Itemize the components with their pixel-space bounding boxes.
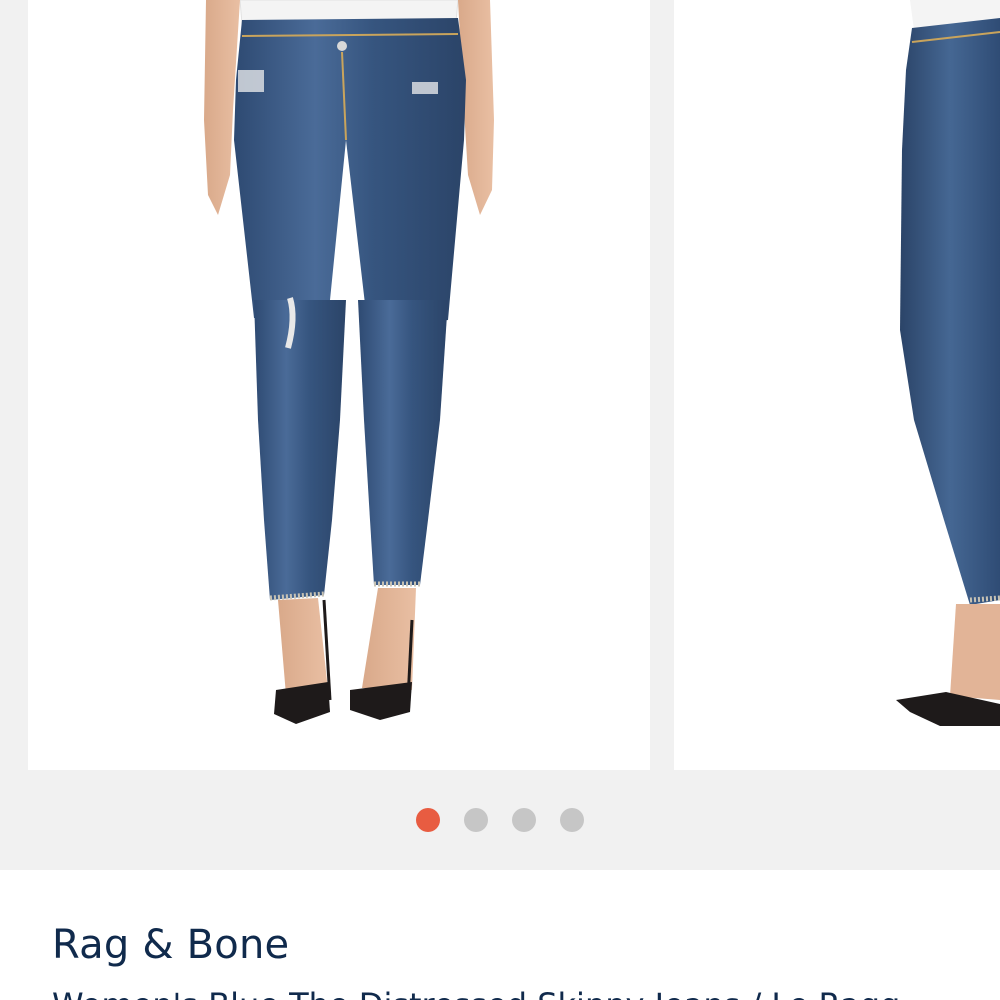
jeans-front-illustration (204, 0, 494, 724)
product-photo-side[interactable] (674, 0, 1000, 770)
carousel-dot-2[interactable] (464, 808, 488, 832)
brand-name[interactable]: Rag & Bone (52, 922, 289, 968)
carousel-dot-1[interactable] (416, 808, 440, 832)
carousel-dot-3[interactable] (512, 808, 536, 832)
product-photo-front[interactable] (28, 0, 650, 770)
carousel-pagination (0, 808, 1000, 836)
product-title: Women's Blue The Distressed Skinny Jeans… (52, 986, 900, 1000)
carousel-dot-4[interactable] (560, 808, 584, 832)
product-info-card: Rag & Bone Women's Blue The Distressed S… (0, 870, 1000, 1000)
jeans-side-illustration (896, 0, 1000, 726)
image-carousel[interactable] (0, 0, 1000, 870)
